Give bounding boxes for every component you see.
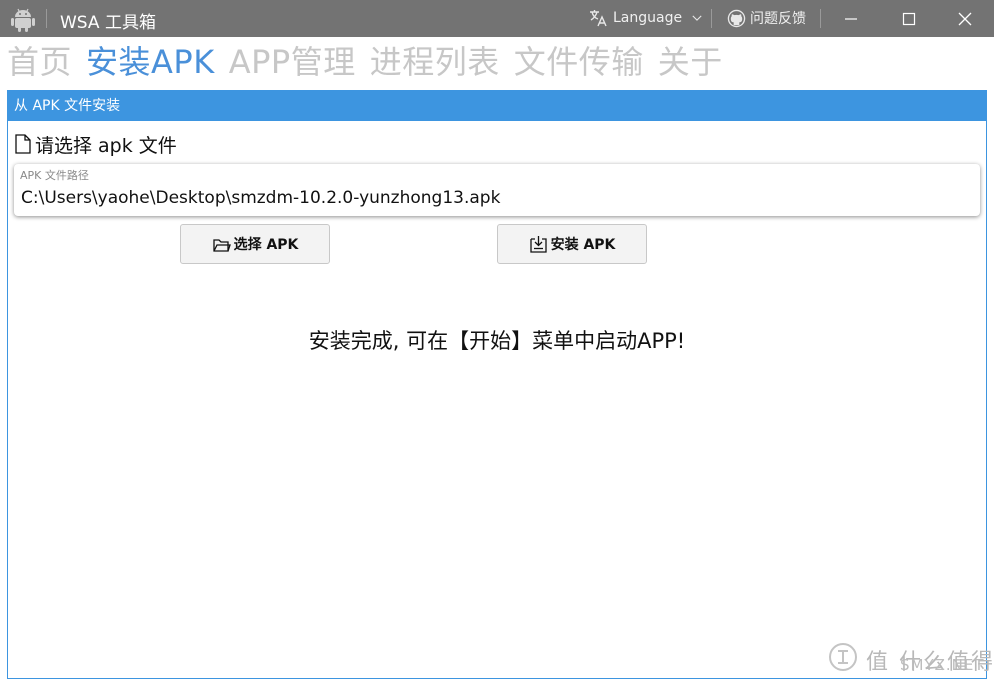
watermark-subtext: SMYZ.NET [900,656,985,674]
android-icon [11,8,35,32]
main-nav: 首页 安装APK APP管理 进程列表 文件传输 关于 [7,40,723,84]
window-title: WSA 工具箱 [60,13,156,33]
file-prompt: 请选择 apk 文件 [14,131,177,157]
close-icon [958,12,972,25]
language-label: Language [613,10,683,26]
select-apk-button[interactable]: 选择 APK [180,224,330,264]
file-icon [15,134,31,154]
maximize-icon [902,12,916,25]
watermark-logo [829,643,857,671]
apk-path-caption: APK 文件路径 [20,169,89,182]
nav-file-transfer[interactable]: 文件传输 [514,40,644,84]
apk-path-value[interactable]: C:\Users\yaohe\Desktop\smzdm-10.2.0-yunz… [21,188,500,208]
chevron-down-icon [692,15,702,21]
panel-header: 从 APK 文件安装 [8,91,986,121]
install-status-message: 安装完成, 可在【开始】菜单中启动APP! [308,329,686,353]
github-icon [727,9,746,27]
nav-install-apk[interactable]: 安装APK [86,40,215,84]
title-bar: WSA 工具箱 Language 问题反馈 [0,0,994,37]
file-prompt-label: 请选择 apk 文件 [35,134,177,157]
title-separator [46,9,47,28]
install-panel: 从 APK 文件安装 请选择 apk 文件 APK 文件路径 C:\Users\… [7,90,987,679]
minimize-icon [845,17,857,20]
feedback-label: 问题反馈 [750,11,806,27]
translate-icon [590,10,607,27]
nav-process-list[interactable]: 进程列表 [370,40,500,84]
maximize-button[interactable] [880,0,938,37]
toolbar-separator [711,9,712,28]
toolbar-separator [820,9,821,28]
watermark: 值 什么值得买 SMYZ.NET [828,642,994,678]
folder-open-icon [212,238,231,252]
install-apk-button[interactable]: 安装 APK [497,224,647,264]
nav-app-management[interactable]: APP管理 [229,40,356,84]
feedback-button[interactable]: 问题反馈 [727,7,806,29]
close-button[interactable] [936,0,994,37]
apk-path-field[interactable]: APK 文件路径 C:\Users\yaohe\Desktop\smzdm-10… [14,164,980,216]
nav-home[interactable]: 首页 [7,40,72,84]
language-selector[interactable]: Language [588,7,704,29]
select-apk-label: 选择 APK [233,237,299,253]
install-icon [529,235,547,253]
install-apk-label: 安装 APK [550,237,616,253]
nav-about[interactable]: 关于 [658,40,723,84]
minimize-button[interactable] [822,0,880,37]
